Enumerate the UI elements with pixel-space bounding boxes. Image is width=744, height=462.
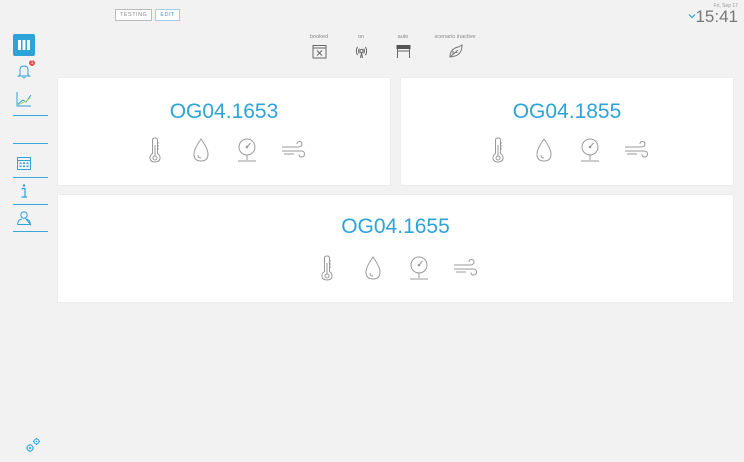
sidebar-item-rooms[interactable] [13,34,35,56]
status-auto[interactable]: auto [376,34,430,65]
room-card[interactable]: OG04.1655 [58,195,733,302]
calendar-x-icon [312,45,326,59]
pressure-icon[interactable] [576,135,604,165]
status-scenario[interactable]: scenario inactive [428,34,482,65]
room-title[interactable]: OG04.1655 [58,215,733,239]
testing-tag[interactable]: TESTING [115,9,153,21]
sidebar-item-notifications[interactable]: 1 [13,59,36,82]
grid-icon [18,40,30,50]
sidebar-item-user[interactable] [13,207,35,229]
edit-tag[interactable]: EDIT [155,9,180,21]
sidebar-divider [13,177,48,178]
pressure-icon[interactable] [233,135,261,165]
sidebar: 1 [0,0,48,462]
gears-icon [26,438,40,452]
sidebar-item-info[interactable] [13,180,35,202]
clock-time: 15:41 [695,7,738,26]
line-chart-icon [16,92,32,107]
blinds-icon [396,45,410,58]
user-icon [17,211,32,227]
room-title[interactable]: OG04.1855 [401,100,733,124]
humidity-icon[interactable] [359,253,387,283]
thermometer-icon[interactable] [313,253,341,283]
notification-badge: 1 [28,59,36,67]
room-card[interactable]: OG04.1653 [58,78,390,185]
calendar-icon [17,157,31,170]
clock: Fri, Sep 17 15:41 [695,3,738,25]
sensor-icons [58,135,390,165]
pressure-icon[interactable] [405,253,433,283]
sensor-icons [58,253,733,283]
sidebar-item-settings[interactable] [22,434,44,456]
scenario-icon [448,43,463,58]
humidity-icon[interactable] [187,135,215,165]
sidebar-divider [13,231,48,232]
info-icon [21,184,27,198]
status-label: scenario inactive [434,34,476,40]
wind-icon[interactable] [622,135,650,165]
humidity-icon[interactable] [530,135,558,165]
thermometer-icon[interactable] [484,135,512,165]
sidebar-divider [13,204,48,205]
wind-icon[interactable] [279,135,307,165]
room-title[interactable]: OG04.1653 [58,100,390,124]
sidebar-divider [13,115,48,116]
thermometer-icon[interactable] [141,135,169,165]
wind-icon[interactable] [451,253,479,283]
sensor-icons [401,135,733,165]
sidebar-divider [13,143,48,144]
sidebar-item-calendar[interactable] [13,152,35,174]
broadcast-icon [355,46,367,59]
status-label: auto [397,34,409,40]
room-card[interactable]: OG04.1855 [401,78,733,185]
sidebar-item-charts[interactable] [13,88,35,110]
mode-tags: TESTING EDIT [115,9,180,21]
